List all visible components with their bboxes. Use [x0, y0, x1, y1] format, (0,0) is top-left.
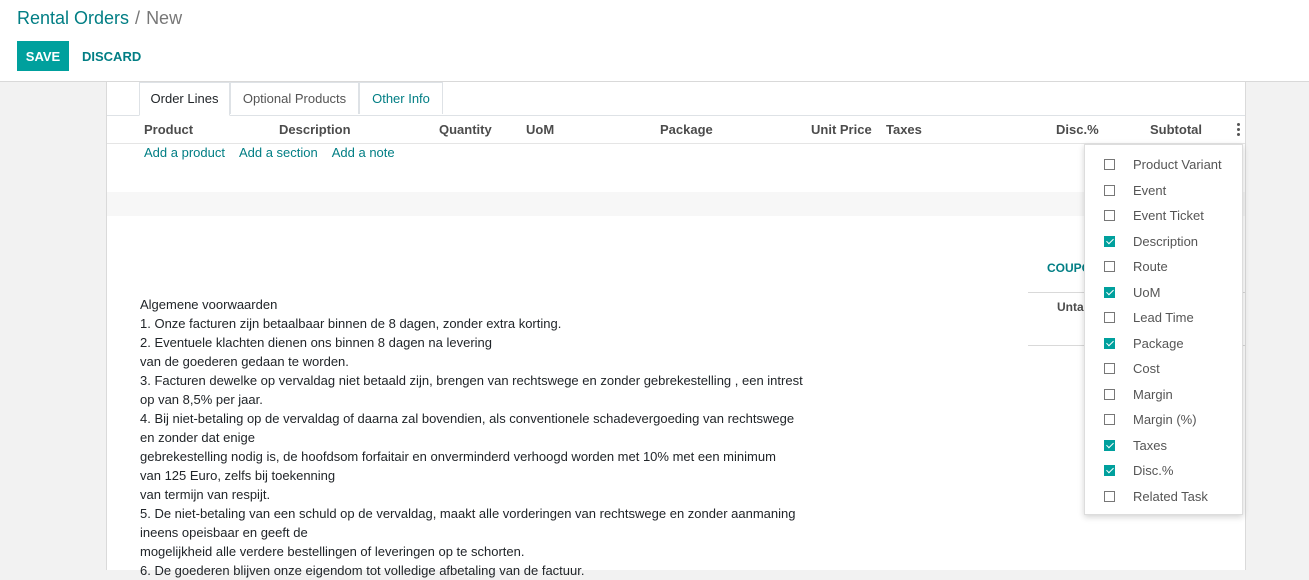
column-description[interactable]: Description: [279, 122, 351, 137]
checkbox-icon[interactable]: [1104, 184, 1115, 196]
breadcrumb-separator: /: [135, 8, 141, 28]
breadcrumb-rental-orders[interactable]: Rental Orders: [17, 8, 129, 28]
column-uom[interactable]: UoM: [526, 122, 554, 137]
column-taxes[interactable]: Taxes: [886, 122, 922, 137]
order-lines-header: Product Description Quantity UoM Package…: [107, 116, 1245, 144]
checkbox-icon[interactable]: [1104, 261, 1115, 272]
column-toggle-label: UoM: [1133, 284, 1161, 300]
checkbox-icon[interactable]: [1104, 235, 1115, 247]
column-toggle-taxes[interactable]: Taxes: [1085, 434, 1242, 459]
column-toggle-margin-percent[interactable]: Margin (%): [1085, 408, 1242, 433]
column-toggle-cost[interactable]: Cost: [1085, 357, 1242, 382]
column-toggle-label: Product Variant: [1133, 157, 1222, 172]
column-toggle-event-ticket[interactable]: Event Ticket: [1085, 204, 1242, 229]
tab-optional-products[interactable]: Optional Products: [230, 82, 359, 114]
column-toggle-label: Taxes: [1133, 437, 1167, 453]
terms-line: 1. Onze facturen zijn betaalbaar binnen …: [140, 316, 562, 331]
column-quantity[interactable]: Quantity: [439, 122, 492, 137]
column-toggle-label: Margin: [1133, 386, 1173, 402]
column-package[interactable]: Package: [660, 122, 713, 137]
column-toggle-package[interactable]: Package: [1085, 332, 1242, 357]
column-disc[interactable]: Disc.%: [1056, 122, 1099, 137]
column-toggle-label: Margin (%): [1133, 412, 1197, 427]
checkbox-icon[interactable]: [1104, 388, 1115, 400]
breadcrumb-current: New: [146, 8, 183, 28]
breadcrumb: Rental Orders / New: [17, 8, 182, 29]
checkbox-icon[interactable]: [1104, 337, 1115, 349]
column-toggle-label: Event: [1133, 182, 1167, 198]
checkbox-icon[interactable]: [1104, 286, 1115, 298]
column-toggle-uom[interactable]: UoM: [1085, 281, 1242, 306]
add-line-links: Add a product Add a section Add a note: [144, 145, 409, 160]
tab-other-info[interactable]: Other Info: [359, 82, 443, 114]
terms-line: 6. De goederen blijven onze eigendom tot…: [140, 563, 585, 578]
column-toggle-disc[interactable]: Disc.%: [1085, 459, 1242, 484]
terms-line: op van 8,5% per jaar.: [140, 392, 263, 407]
terms-line: en zonder dat enige: [140, 430, 255, 445]
column-toggle-label: Disc.%: [1133, 463, 1174, 478]
discard-button[interactable]: DISCARD: [75, 41, 148, 71]
terms-line: 2. Eventuele klachten dienen ons binnen …: [140, 335, 492, 350]
save-button[interactable]: SAVE: [17, 41, 69, 71]
column-toggle-label: Related Task: [1133, 488, 1208, 504]
terms-line: Algemene voorwaarden: [140, 297, 278, 312]
column-toggle-description[interactable]: Description: [1085, 230, 1242, 255]
column-toggle-route[interactable]: Route: [1085, 255, 1242, 280]
column-subtotal[interactable]: Subtotal: [1150, 122, 1202, 137]
column-toggle-label: Route: [1133, 259, 1168, 274]
column-toggle-label: Cost: [1133, 361, 1160, 376]
column-toggle-label: Package: [1133, 335, 1184, 351]
checkbox-icon[interactable]: [1104, 490, 1115, 502]
column-toggle-related-task[interactable]: Related Task: [1085, 485, 1242, 510]
terms-line: mogelijkheid alle verdere bestellingen o…: [140, 544, 525, 559]
checkbox-icon[interactable]: [1104, 159, 1115, 170]
untaxed-amount-label: Unta: [1057, 300, 1084, 314]
column-unit-price[interactable]: Unit Price: [811, 122, 872, 137]
checkbox-icon[interactable]: [1104, 465, 1115, 476]
column-toggle-margin[interactable]: Margin: [1085, 383, 1242, 408]
checkbox-icon[interactable]: [1104, 312, 1115, 323]
terms-line: van 125 Euro, zelfs bij toekenning: [140, 468, 336, 483]
terms-line: 4. Bij niet-betaling op de vervaldag of …: [140, 411, 795, 426]
form-sheet: Order Lines Optional Products Other Info…: [106, 82, 1246, 578]
notebook-tabs: Order Lines Optional Products Other Info: [107, 82, 1245, 116]
terms-line: gebrekestelling nodig is, de hoofdsom fo…: [140, 449, 776, 464]
terms-and-conditions-note[interactable]: Algemene voorwaarden 1. Onze facturen zi…: [140, 295, 820, 580]
column-toggle-event[interactable]: Event: [1085, 179, 1242, 204]
column-toggle-label: Description: [1133, 233, 1199, 249]
column-toggle-product-variant[interactable]: Product Variant: [1085, 153, 1242, 178]
checkbox-icon[interactable]: [1104, 414, 1115, 425]
checkbox-icon[interactable]: [1104, 439, 1115, 451]
add-section-link[interactable]: Add a section: [239, 145, 318, 160]
terms-line: ineens opeisbaar en geeft de: [140, 525, 308, 540]
column-product[interactable]: Product: [144, 122, 193, 137]
checkbox-icon[interactable]: [1104, 210, 1115, 221]
optional-columns-kebab-icon[interactable]: [1233, 121, 1243, 137]
column-toggle-lead-time[interactable]: Lead Time: [1085, 306, 1242, 331]
add-note-link[interactable]: Add a note: [332, 145, 395, 160]
column-toggle-label: Lead Time: [1133, 310, 1194, 325]
terms-line: 5. De niet-betaling van een schuld op de…: [140, 506, 796, 521]
optional-columns-dropdown: Product Variant Event Event Ticket Descr…: [1084, 144, 1243, 515]
terms-line: van termijn van respijt.: [140, 487, 271, 502]
tab-order-lines[interactable]: Order Lines: [139, 82, 230, 116]
list-footer-band: [107, 192, 1245, 216]
column-toggle-label: Event Ticket: [1133, 208, 1204, 223]
terms-line: 3. Facturen dewelke op vervaldag niet be…: [140, 373, 803, 388]
add-product-link[interactable]: Add a product: [144, 145, 225, 160]
terms-line: van de goederen gedaan te worden.: [140, 354, 349, 369]
control-panel: Rental Orders / New SAVE DISCARD: [0, 0, 1309, 82]
checkbox-icon[interactable]: [1104, 363, 1115, 374]
